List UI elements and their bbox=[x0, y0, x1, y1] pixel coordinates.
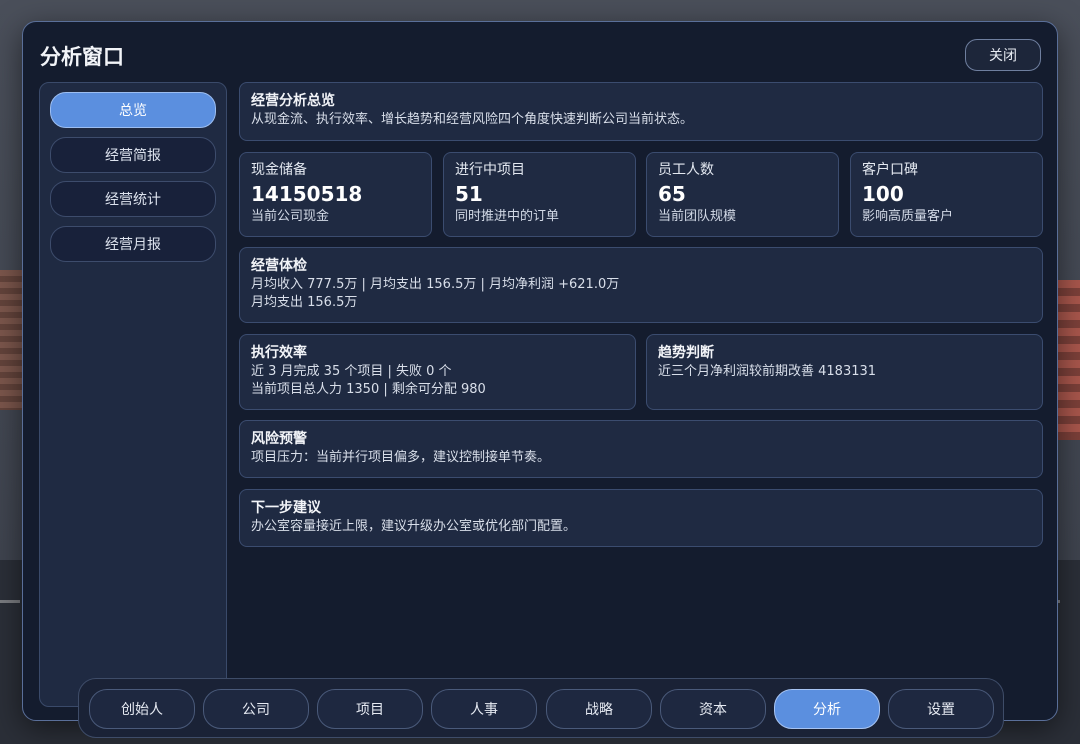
stat-sub: 同时推进中的订单 bbox=[455, 209, 560, 224]
efficiency-line-2: 当前项目总人力 1350 | 剩余可分配 980 bbox=[251, 382, 486, 397]
stat-card-cash: 现金储备 14150518 当前公司现金 bbox=[239, 152, 432, 237]
tab-personnel[interactable]: 人事 bbox=[431, 689, 537, 729]
stat-sub: 当前团队规模 bbox=[658, 209, 737, 224]
health-line-2: 月均支出 156.5万 bbox=[251, 295, 358, 310]
stat-label: 客户口碑 bbox=[862, 162, 918, 178]
sidebar: 总览 经营简报 经营统计 经营月报 bbox=[39, 82, 227, 707]
tab-founder[interactable]: 创始人 bbox=[89, 689, 195, 729]
stat-label: 员工人数 bbox=[658, 162, 714, 178]
window-title: 分析窗口 bbox=[40, 45, 124, 69]
stat-value: 100 bbox=[862, 182, 904, 206]
risk-card: 风险预警 项目压力：当前并行项目偏多，建议控制接单节奏。 bbox=[239, 420, 1043, 478]
stat-value: 51 bbox=[455, 182, 483, 206]
trend-title: 趋势判断 bbox=[658, 345, 714, 361]
efficiency-title: 执行效率 bbox=[251, 345, 307, 361]
tab-company[interactable]: 公司 bbox=[203, 689, 309, 729]
stat-card-employees: 员工人数 65 当前团队规模 bbox=[646, 152, 839, 237]
health-title: 经营体检 bbox=[251, 258, 307, 274]
trend-card: 趋势判断 近三个月净利润较前期改善 4183131 bbox=[646, 334, 1043, 410]
background-building-right bbox=[1058, 280, 1080, 440]
tab-strategy[interactable]: 战略 bbox=[546, 689, 652, 729]
tab-settings[interactable]: 设置 bbox=[888, 689, 994, 729]
risk-line-1: 项目压力：当前并行项目偏多，建议控制接单节奏。 bbox=[251, 450, 551, 465]
risk-title: 风险预警 bbox=[251, 431, 307, 447]
sidebar-item-overview[interactable]: 总览 bbox=[50, 92, 216, 128]
sidebar-item-briefing[interactable]: 经营简报 bbox=[50, 137, 216, 173]
stat-label: 进行中项目 bbox=[455, 162, 525, 178]
tab-analysis[interactable]: 分析 bbox=[774, 689, 880, 729]
overview-title: 经营分析总览 bbox=[251, 93, 335, 109]
trend-line-1: 近三个月净利润较前期改善 4183131 bbox=[658, 364, 877, 379]
stat-card-projects: 进行中项目 51 同时推进中的订单 bbox=[443, 152, 636, 237]
overview-card: 经营分析总览 从现金流、执行效率、增长趋势和经营风险四个角度快速判断公司当前状态… bbox=[239, 82, 1043, 141]
stat-value: 14150518 bbox=[251, 182, 363, 206]
bottom-tab-bar: 创始人 公司 项目 人事 战略 资本 分析 设置 bbox=[78, 678, 1004, 738]
efficiency-line-1: 近 3 月完成 35 个项目 | 失败 0 个 bbox=[251, 364, 452, 379]
next-step-title: 下一步建议 bbox=[251, 500, 321, 516]
stat-sub: 当前公司现金 bbox=[251, 209, 330, 224]
next-step-card: 下一步建议 办公室容量接近上限，建议升级办公室或优化部门配置。 bbox=[239, 489, 1043, 547]
overview-description: 从现金流、执行效率、增长趋势和经营风险四个角度快速判断公司当前状态。 bbox=[251, 112, 694, 127]
tab-projects[interactable]: 项目 bbox=[317, 689, 423, 729]
stat-sub: 影响高质量客户 bbox=[862, 209, 954, 224]
stat-card-reputation: 客户口碑 100 影响高质量客户 bbox=[850, 152, 1043, 237]
efficiency-card: 执行效率 近 3 月完成 35 个项目 | 失败 0 个 当前项目总人力 135… bbox=[239, 334, 636, 410]
health-card: 经营体检 月均收入 777.5万 | 月均支出 156.5万 | 月均净利润 +… bbox=[239, 247, 1043, 323]
background-building-left bbox=[0, 270, 22, 410]
stat-value: 65 bbox=[658, 182, 686, 206]
health-line-1: 月均收入 777.5万 | 月均支出 156.5万 | 月均净利润 +621.0… bbox=[251, 277, 620, 292]
tab-capital[interactable]: 资本 bbox=[660, 689, 766, 729]
close-button[interactable]: 关闭 bbox=[965, 39, 1041, 71]
analysis-window: 分析窗口 关闭 总览 经营简报 经营统计 经营月报 经营分析总览 从现金流、执行… bbox=[22, 21, 1058, 721]
sidebar-item-statistics[interactable]: 经营统计 bbox=[50, 181, 216, 217]
next-step-line-1: 办公室容量接近上限，建议升级办公室或优化部门配置。 bbox=[251, 519, 577, 534]
sidebar-item-monthly-report[interactable]: 经营月报 bbox=[50, 226, 216, 262]
stat-label: 现金储备 bbox=[251, 162, 307, 178]
